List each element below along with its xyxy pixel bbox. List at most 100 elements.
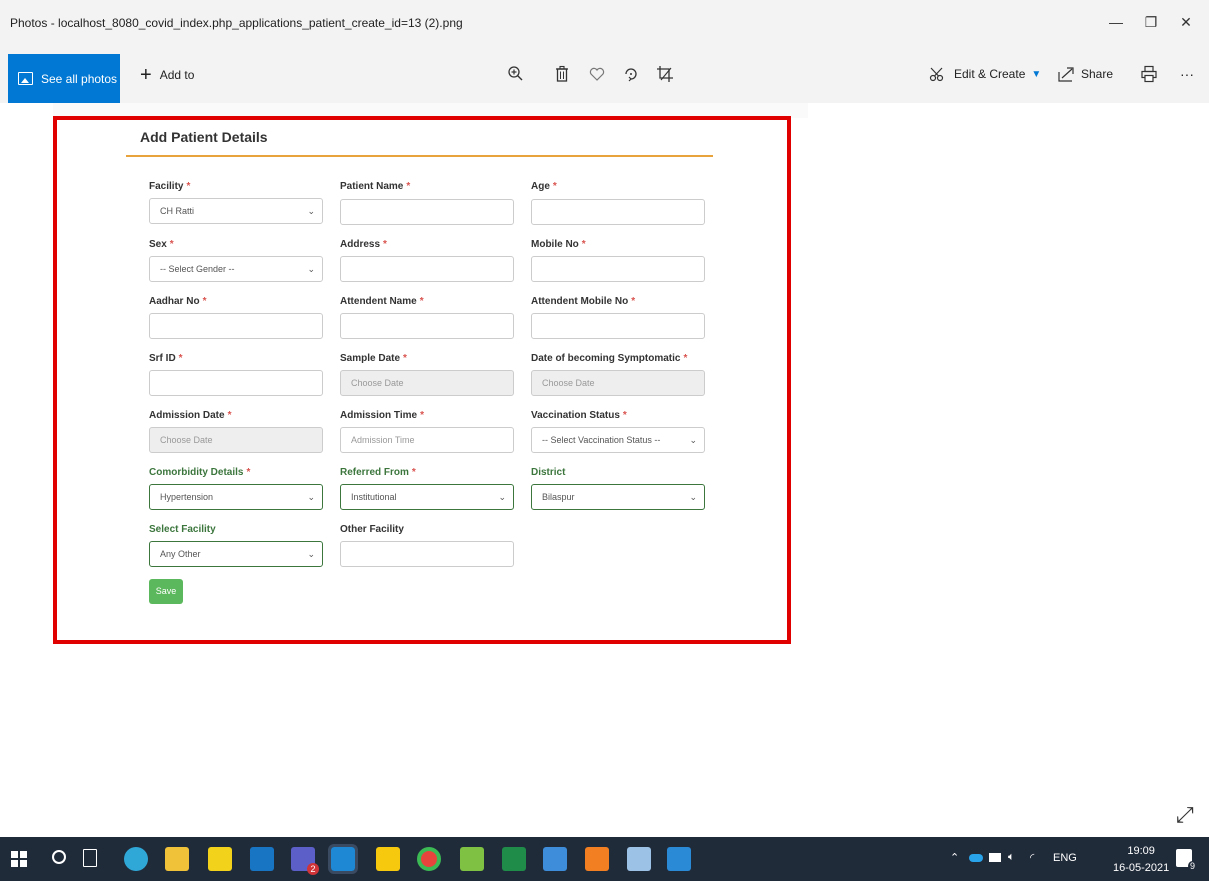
aadhar-no-label: Aadhar No * bbox=[149, 296, 207, 307]
save-button[interactable]: Save bbox=[149, 579, 183, 604]
crop-icon[interactable] bbox=[654, 63, 676, 85]
admission-date-label: Admission Date * bbox=[149, 410, 232, 421]
see-all-photos-button[interactable]: See all photos bbox=[8, 54, 120, 103]
outlook-icon[interactable] bbox=[250, 847, 274, 871]
teams-icon[interactable]: 2 bbox=[291, 847, 319, 875]
comorbidity-label: Comorbidity Details * bbox=[149, 467, 251, 478]
patient-name-label: Patient Name * bbox=[340, 181, 411, 192]
attendent-mobile-label: Attendent Mobile No * bbox=[531, 296, 636, 307]
delete-icon[interactable] bbox=[551, 63, 573, 85]
symptomatic-date-input[interactable]: Choose Date bbox=[531, 370, 705, 396]
chevron-up-icon[interactable]: ⌃ bbox=[950, 851, 959, 864]
share-label: Share bbox=[1081, 67, 1114, 81]
xampp-icon[interactable] bbox=[585, 847, 609, 871]
attendent-mobile-input[interactable] bbox=[531, 313, 705, 339]
volume-icon[interactable]: 🔈︎ bbox=[1008, 851, 1015, 864]
help-icon[interactable] bbox=[208, 847, 232, 871]
plus-icon: + bbox=[140, 64, 152, 86]
facility-select[interactable]: CH Ratti ⌄ bbox=[149, 198, 323, 224]
rotate-icon[interactable] bbox=[620, 63, 642, 85]
comorbidity-select[interactable]: Hypertension ⌄ bbox=[149, 484, 323, 510]
vaccination-status-select[interactable]: -- Select Vaccination Status -- ⌄ bbox=[531, 427, 705, 453]
chevron-down-icon: ⌄ bbox=[307, 549, 315, 559]
photo-icon bbox=[18, 72, 33, 85]
start-button[interactable] bbox=[11, 851, 27, 867]
aadhar-no-input[interactable] bbox=[149, 313, 323, 339]
district-label: District bbox=[531, 467, 566, 478]
admission-time-input[interactable]: Admission Time bbox=[340, 427, 514, 453]
edge-icon[interactable] bbox=[124, 847, 148, 871]
wifi-icon[interactable]: ◜ bbox=[1030, 851, 1034, 864]
chevron-down-icon: ⌄ bbox=[689, 492, 697, 502]
vaccination-status-label: Vaccination Status * bbox=[531, 410, 627, 421]
srf-id-label: Srf ID * bbox=[149, 353, 183, 364]
patient-name-input[interactable] bbox=[340, 199, 514, 225]
favorite-icon[interactable] bbox=[586, 63, 608, 85]
clock-date: 16-05-2021 bbox=[1113, 862, 1170, 874]
mobile-no-input[interactable] bbox=[531, 256, 705, 282]
notes-icon[interactable] bbox=[543, 847, 567, 871]
window-title: Photos - localhost_8080_covid_index.php_… bbox=[10, 16, 463, 30]
vscode-icon[interactable] bbox=[667, 847, 691, 871]
srf-id-input[interactable] bbox=[149, 370, 323, 396]
symptomatic-date-label: Date of becoming Symptomatic * bbox=[531, 353, 688, 364]
attendent-name-label: Attendent Name * bbox=[340, 296, 424, 307]
clock[interactable]: 19:09 16-05-2021 bbox=[1113, 843, 1169, 877]
see-all-photos-label: See all photos bbox=[41, 71, 118, 86]
district-select[interactable]: Bilaspur ⌄ bbox=[531, 484, 705, 510]
referred-from-select[interactable]: Institutional ⌄ bbox=[340, 484, 514, 510]
photos-toolbar: See all photos + Add to Edit & Create ▼ … bbox=[0, 44, 1209, 103]
form-title-divider bbox=[126, 155, 713, 157]
onedrive-icon[interactable] bbox=[969, 854, 983, 862]
excel-icon[interactable] bbox=[502, 847, 526, 871]
select-facility-select[interactable]: Any Other ⌄ bbox=[149, 541, 323, 567]
restore-button[interactable]: ❐ bbox=[1141, 12, 1161, 32]
paint-icon[interactable] bbox=[460, 847, 484, 871]
windows-taskbar: 2 ⌃ 🔈︎ ◜ ENG 19:09 16-05-2021 9 bbox=[0, 837, 1209, 881]
close-button[interactable]: ✕ bbox=[1176, 12, 1196, 32]
admission-date-input[interactable]: Choose Date bbox=[149, 427, 323, 453]
notifications-icon[interactable]: 9 bbox=[1176, 849, 1197, 871]
zoom-in-icon[interactable] bbox=[505, 63, 527, 85]
search-icon[interactable] bbox=[52, 850, 66, 864]
mobile-no-label: Mobile No * bbox=[531, 239, 586, 250]
address-input[interactable] bbox=[340, 256, 514, 282]
task-view-icon[interactable] bbox=[83, 849, 97, 867]
facility-label: Facility * bbox=[149, 181, 191, 192]
chrome-icon[interactable] bbox=[417, 847, 441, 871]
chevron-down-icon: ⌄ bbox=[689, 435, 697, 445]
select-facility-label: Select Facility bbox=[149, 524, 216, 535]
remote-icon[interactable] bbox=[627, 847, 651, 871]
share-button[interactable]: Share bbox=[1057, 66, 1113, 82]
title-bar: Photos - localhost_8080_covid_index.php_… bbox=[0, 0, 1209, 44]
file-explorer-icon[interactable] bbox=[165, 847, 189, 871]
photos-icon[interactable] bbox=[328, 844, 358, 874]
battery-icon[interactable] bbox=[989, 853, 1001, 862]
teams-badge: 2 bbox=[307, 863, 319, 875]
chevron-down-icon: ⌄ bbox=[307, 206, 315, 216]
share-icon bbox=[1058, 67, 1074, 82]
chevron-down-icon: ⌄ bbox=[498, 492, 506, 502]
sticky-notes-icon[interactable] bbox=[376, 847, 400, 871]
add-to-button[interactable]: + Add to bbox=[140, 64, 194, 86]
more-options-button[interactable]: ··· bbox=[1180, 66, 1194, 82]
age-label: Age * bbox=[531, 181, 557, 192]
edit-create-label: Edit & Create bbox=[954, 67, 1026, 81]
expand-icon[interactable]: ⤢ bbox=[1176, 802, 1194, 828]
attendent-name-input[interactable] bbox=[340, 313, 514, 339]
language-indicator[interactable]: ENG bbox=[1053, 852, 1077, 864]
edit-create-button[interactable]: Edit & Create ▼ bbox=[928, 66, 1041, 82]
clock-time: 19:09 bbox=[1127, 845, 1155, 857]
chevron-down-icon: ⌄ bbox=[307, 492, 315, 502]
chevron-down-icon: ⌄ bbox=[307, 264, 315, 274]
minimize-button[interactable]: — bbox=[1106, 12, 1126, 32]
notification-count: 9 bbox=[1187, 861, 1197, 871]
age-input[interactable] bbox=[531, 199, 705, 225]
print-icon[interactable] bbox=[1138, 63, 1160, 85]
sample-date-input[interactable]: Choose Date bbox=[340, 370, 514, 396]
other-facility-input[interactable] bbox=[340, 541, 514, 567]
form-title: Add Patient Details bbox=[140, 129, 268, 145]
other-facility-label: Other Facility bbox=[340, 524, 404, 535]
sex-select[interactable]: -- Select Gender -- ⌄ bbox=[149, 256, 323, 282]
sample-date-label: Sample Date * bbox=[340, 353, 407, 364]
